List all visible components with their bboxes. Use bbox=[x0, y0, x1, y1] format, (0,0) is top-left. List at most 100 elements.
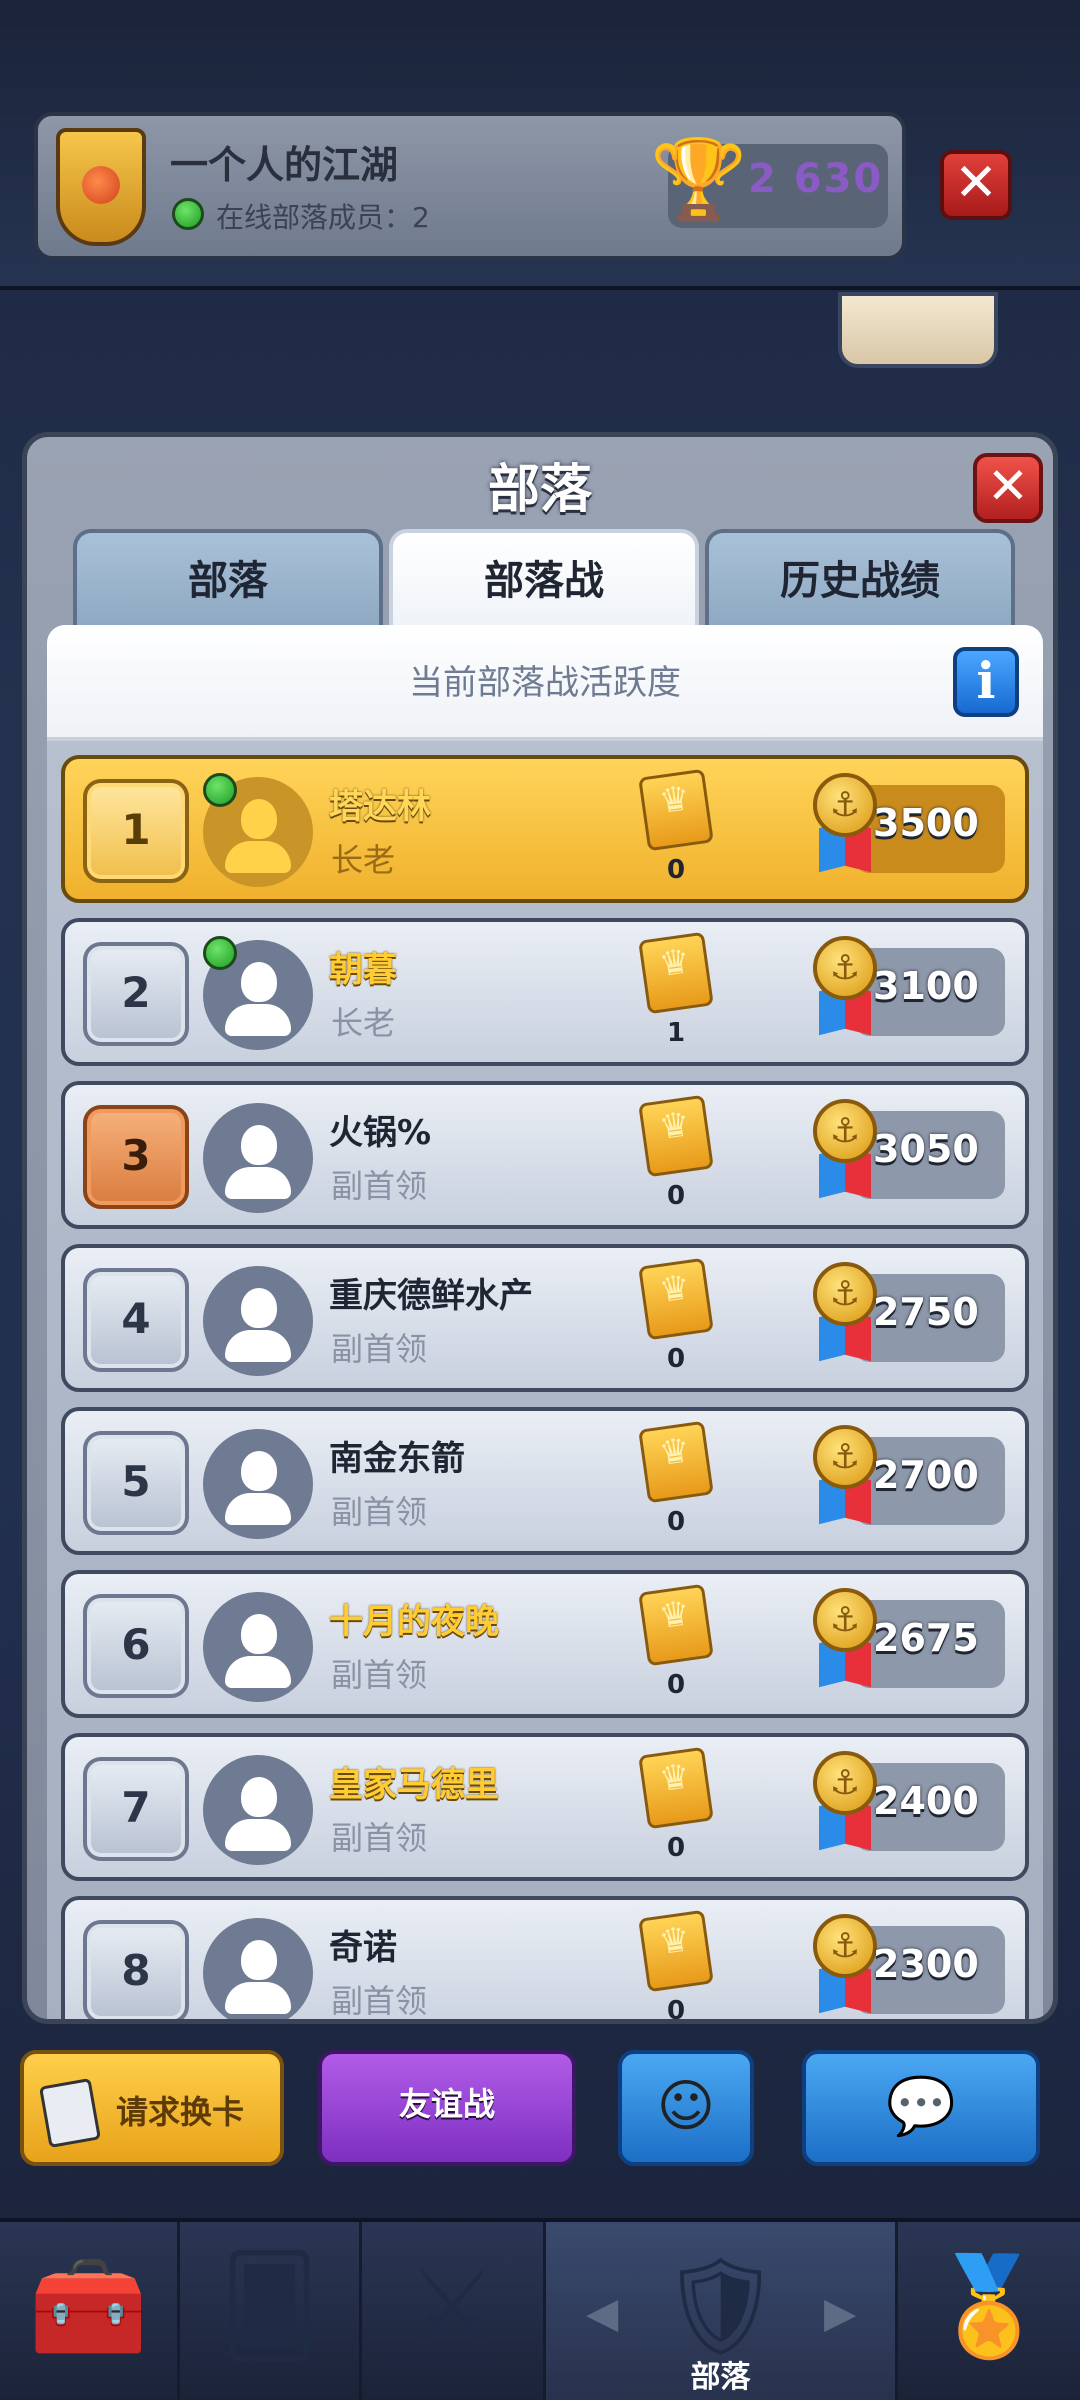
clan-trophy-count: 2 630 bbox=[748, 156, 884, 202]
nav-shop[interactable]: 🧰 bbox=[0, 2222, 180, 2400]
activity-score: 2700 bbox=[873, 1453, 979, 1497]
member-row[interactable]: 5 南金东箭 副首领 0 ⚓ 2700 bbox=[61, 1407, 1029, 1555]
member-role: 长老 bbox=[331, 841, 396, 879]
chat-button[interactable]: 💬 bbox=[802, 2050, 1040, 2166]
clan-modal: 部落 ✕ 部落 部落战 历史战绩 当前部落战活跃度 i 1 塔达林 长老 0 ⚓… bbox=[22, 432, 1058, 2024]
activity-score: 2300 bbox=[873, 1942, 979, 1986]
avatar-icon bbox=[203, 1429, 313, 1539]
crown-card-icon bbox=[638, 1746, 714, 1830]
rank-badge: 1 bbox=[83, 779, 189, 883]
rank-badge: 5 bbox=[83, 1431, 189, 1535]
chat-icon: 💬 bbox=[886, 2074, 956, 2139]
request-cards-button[interactable]: 请求换卡 bbox=[20, 2050, 284, 2166]
crown-count: 0 bbox=[666, 1833, 686, 1863]
member-name: 奇诺 bbox=[329, 1928, 397, 1968]
member-row[interactable]: 1 塔达林 长老 0 ⚓ 3500 bbox=[61, 755, 1029, 903]
avatar-icon bbox=[203, 1755, 313, 1865]
member-row[interactable]: 8 奇诺 副首领 0 ⚓ 2300 bbox=[61, 1896, 1029, 2020]
member-role: 长老 bbox=[331, 1004, 396, 1042]
nav-right-arrow-icon[interactable]: ▶ bbox=[824, 2288, 856, 2337]
crown-count: 0 bbox=[666, 855, 686, 885]
crown-count: 0 bbox=[666, 1181, 686, 1211]
activity-score: 2675 bbox=[873, 1616, 979, 1660]
crown-count: 0 bbox=[666, 1507, 686, 1537]
nav-clan-label: 部落 bbox=[690, 2360, 751, 2395]
cards-icon: 🂠 bbox=[220, 2250, 319, 2362]
activity-score: 3050 bbox=[873, 1127, 979, 1171]
member-name: 皇家马德里 bbox=[329, 1765, 499, 1805]
member-role: 副首领 bbox=[331, 1819, 428, 1857]
rank-badge: 8 bbox=[83, 1920, 189, 2019]
member-row[interactable]: 4 重庆德鲜水产 副首领 0 ⚓ 2750 bbox=[61, 1244, 1029, 1392]
member-name: 十月的夜晚 bbox=[329, 1602, 499, 1642]
emote-button[interactable]: ☺ bbox=[618, 2050, 754, 2166]
member-role: 副首领 bbox=[331, 1493, 428, 1531]
rank-badge: 2 bbox=[83, 942, 189, 1046]
close-icon[interactable]: ✕ bbox=[940, 150, 1012, 220]
bottom-nav: 🧰 🂠 ⚔ ◀ 🛡 ▶ 部落 🏅 bbox=[0, 2218, 1080, 2400]
member-name: 朝暮 bbox=[329, 950, 397, 990]
online-status-icon bbox=[203, 773, 237, 807]
clan-header-bar: 一个人的江湖 在线部落成员：2 🏆 2 630 ✕ bbox=[0, 0, 1080, 290]
member-row[interactable]: 7 皇家马德里 副首领 0 ⚓ 2400 bbox=[61, 1733, 1029, 1881]
crown-card-icon bbox=[638, 1583, 714, 1667]
member-row[interactable]: 2 朝暮 长老 1 ⚓ 3100 bbox=[61, 918, 1029, 1066]
rank-badge: 4 bbox=[83, 1268, 189, 1372]
member-role: 副首领 bbox=[331, 1656, 428, 1694]
avatar-icon bbox=[203, 1592, 313, 1702]
tab-clan[interactable]: 部落 bbox=[73, 529, 383, 629]
player-avatar bbox=[838, 292, 998, 368]
crown-card-icon bbox=[638, 1420, 714, 1504]
rank-badge: 3 bbox=[83, 1105, 189, 1209]
activity-score: 3500 bbox=[873, 801, 979, 845]
crown-count: 1 bbox=[666, 1018, 686, 1048]
crown-card-icon bbox=[638, 1257, 714, 1341]
nav-events[interactable]: 🏅 bbox=[898, 2222, 1080, 2400]
avatar-icon bbox=[203, 1918, 313, 2019]
crown-count: 0 bbox=[666, 1670, 686, 1700]
rank-badge: 7 bbox=[83, 1757, 189, 1861]
medal-icon: ⚓ bbox=[811, 1262, 881, 1366]
member-list[interactable]: 1 塔达林 长老 0 ⚓ 3500 2 朝暮 长老 1 bbox=[61, 755, 1029, 2020]
member-name: 南金东箭 bbox=[329, 1439, 465, 1479]
member-role: 副首领 bbox=[331, 1982, 428, 2020]
crown-count: 0 bbox=[666, 1344, 686, 1374]
panel-header: 当前部落战活跃度 i bbox=[47, 625, 1043, 741]
avatar-icon bbox=[203, 1103, 313, 1213]
medal-icon: ⚓ bbox=[811, 1751, 881, 1855]
member-row[interactable]: 3 火锅% 副首领 0 ⚓ 3050 bbox=[61, 1081, 1029, 1229]
clan-war-panel: 当前部落战活跃度 i 1 塔达林 长老 0 ⚓ 3500 2 bbox=[47, 625, 1043, 2020]
tab-war-history[interactable]: 历史战绩 bbox=[705, 529, 1015, 629]
medal-icon: ⚓ bbox=[811, 1425, 881, 1529]
member-row[interactable]: 6 十月的夜晚 副首领 0 ⚓ 2675 bbox=[61, 1570, 1029, 1718]
online-members-label: 在线部落成员：2 bbox=[216, 201, 430, 234]
activity-score: 3100 bbox=[873, 964, 979, 1008]
friendly-battle-button[interactable]: 友谊战 bbox=[318, 2050, 576, 2166]
clan-name: 一个人的江湖 bbox=[170, 143, 399, 187]
clan-info-card[interactable]: 一个人的江湖 在线部落成员：2 🏆 2 630 bbox=[34, 112, 906, 260]
nav-cards[interactable]: 🂠 bbox=[180, 2222, 362, 2400]
activity-score: 2750 bbox=[873, 1290, 979, 1334]
nav-battle[interactable]: ⚔ bbox=[362, 2222, 546, 2400]
member-name: 重庆德鲜水产 bbox=[329, 1276, 533, 1316]
card-icon bbox=[39, 2077, 101, 2149]
request-cards-label: 请求换卡 bbox=[116, 2093, 245, 2131]
crown-card-icon bbox=[638, 768, 714, 852]
medal-icon: ⚓ bbox=[811, 1099, 881, 1203]
online-status-icon bbox=[203, 936, 237, 970]
clan-badge-icon bbox=[56, 128, 146, 246]
online-status-icon bbox=[172, 198, 204, 230]
medal-icon: ⚓ bbox=[811, 1588, 881, 1692]
medal-icon: ⚓ bbox=[811, 1914, 881, 2018]
tab-clan-war[interactable]: 部落战 bbox=[389, 529, 699, 633]
nav-clan[interactable]: ◀ 🛡 ▶ 部落 bbox=[546, 2222, 898, 2400]
crown-card-icon bbox=[638, 931, 714, 1015]
info-icon[interactable]: i bbox=[953, 647, 1019, 717]
medal-icon: ⚓ bbox=[811, 936, 881, 1040]
modal-close-button[interactable]: ✕ bbox=[973, 453, 1043, 523]
section-title: 当前部落战活跃度 bbox=[409, 663, 681, 703]
member-name: 塔达林 bbox=[329, 787, 431, 827]
activity-score: 2400 bbox=[873, 1779, 979, 1823]
trophy-icon: 🏆 bbox=[650, 135, 748, 225]
modal-title: 部落 bbox=[487, 460, 592, 520]
